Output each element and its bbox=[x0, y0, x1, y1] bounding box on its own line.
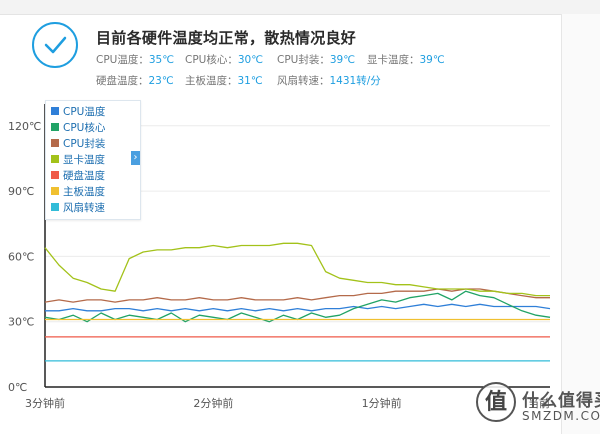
stat-label: 显卡温度： bbox=[367, 54, 420, 66]
status-headline: 目前各硬件温度均正常，散热情况良好 bbox=[96, 29, 357, 47]
stat-value: 23℃ bbox=[148, 75, 174, 87]
stat-value: 30℃ bbox=[237, 54, 264, 66]
series-line bbox=[45, 303, 551, 312]
window-top-bar bbox=[0, 0, 600, 15]
stat-value: 39℃ bbox=[419, 54, 445, 66]
legend-item[interactable]: 显卡温度 bbox=[51, 151, 105, 167]
legend-item[interactable]: 硬盘温度 bbox=[51, 167, 105, 183]
window-right-panel bbox=[561, 14, 600, 434]
legend-item[interactable]: CPU核心 bbox=[51, 119, 105, 135]
legend-swatch bbox=[51, 123, 59, 131]
y-tick-label: 60℃ bbox=[8, 250, 34, 263]
stat-board-temp: 主板温度：31℃ bbox=[185, 73, 263, 88]
stat-cpu-core: CPU核心：30℃ bbox=[185, 52, 263, 67]
legend-label: CPU封装 bbox=[63, 137, 106, 150]
stat-gpu-temp: 显卡温度：39℃ bbox=[367, 52, 445, 67]
checkmark-icon bbox=[32, 22, 78, 68]
legend-label: CPU核心 bbox=[63, 121, 106, 134]
stat-value: 35℃ bbox=[148, 54, 175, 66]
x-tick-label: 3分钟前 bbox=[25, 396, 65, 410]
stat-value: 1431转/分 bbox=[329, 75, 381, 87]
y-tick-label: 90℃ bbox=[8, 185, 34, 198]
stat-value: 39℃ bbox=[329, 54, 356, 66]
legend-swatch bbox=[51, 155, 59, 163]
chart-legend: CPU温度 CPU核心 CPU封装显卡温度硬盘温度主板温度风扇转速 bbox=[45, 100, 141, 220]
stat-value: 31℃ bbox=[237, 75, 263, 87]
legend-item[interactable]: 主板温度 bbox=[51, 183, 105, 199]
stat-label: 风扇转速： bbox=[277, 75, 330, 87]
legend-label: 硬盘温度 bbox=[63, 169, 105, 182]
legend-label: 风扇转速 bbox=[63, 201, 105, 214]
legend-label: 主板温度 bbox=[63, 185, 105, 198]
legend-swatch bbox=[51, 107, 59, 115]
watermark-subtext: SMZDM.COM bbox=[522, 409, 600, 423]
stat-label: 主板温度： bbox=[185, 75, 238, 87]
legend-collapse-toggle[interactable]: › bbox=[131, 151, 140, 165]
watermark-text: 什么值得买 bbox=[522, 391, 600, 411]
x-tick-label: 2分钟前 bbox=[193, 396, 233, 410]
y-tick-label: 30℃ bbox=[8, 316, 34, 329]
stat-cpu-temp: CPU温度：35℃ bbox=[96, 52, 174, 67]
legend-label: CPU温度 bbox=[63, 105, 106, 118]
y-tick-label: 120℃ bbox=[8, 120, 41, 133]
x-tick-label: 1分钟前 bbox=[362, 396, 402, 410]
series-line bbox=[44, 242, 550, 297]
legend-swatch bbox=[51, 139, 59, 147]
stat-label: CPU核心： bbox=[185, 54, 238, 66]
legend-item[interactable]: 风扇转速 bbox=[51, 199, 105, 215]
stat-fan-speed: 风扇转速：1431转/分 bbox=[277, 73, 381, 88]
stat-label: 硬盘温度： bbox=[96, 75, 149, 87]
legend-item[interactable]: CPU温度 bbox=[51, 103, 105, 119]
stat-cpu-package: CPU封装：39℃ bbox=[277, 52, 355, 67]
legend-swatch bbox=[51, 187, 59, 195]
watermark-logo: 值 bbox=[476, 382, 516, 422]
watermark: 值 什么值得买 SMZDM.COM bbox=[476, 380, 600, 432]
stat-disk-temp: 硬盘温度：23℃ bbox=[96, 73, 174, 88]
series-line bbox=[44, 290, 551, 323]
legend-label: 显卡温度 bbox=[63, 153, 105, 166]
legend-swatch bbox=[51, 203, 59, 211]
y-tick-label: 0℃ bbox=[8, 381, 27, 394]
legend-item[interactable]: CPU封装 bbox=[51, 135, 105, 151]
legend-swatch bbox=[51, 171, 59, 179]
stat-label: CPU温度： bbox=[96, 54, 149, 66]
stat-label: CPU封装： bbox=[277, 54, 330, 66]
